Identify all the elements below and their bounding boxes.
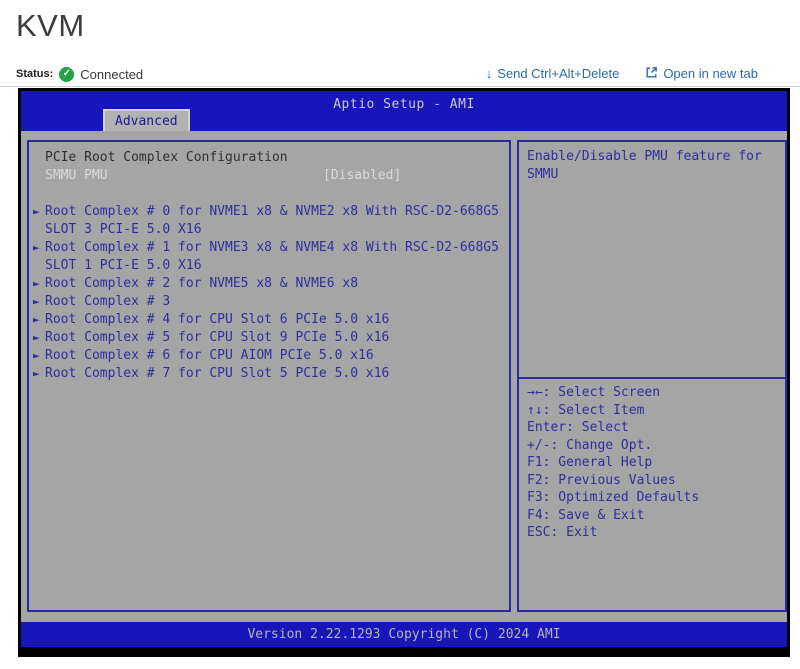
options-panel: PCIe Root Complex Configuration SMMU PMU…: [27, 140, 511, 612]
menu-item-root-complex-0[interactable]: ► Root Complex # 0 for NVME1 x8 & NVME2 …: [29, 203, 509, 221]
bios-version-bar: Version 2.22.1293 Copyright (C) 2024 AMI: [21, 622, 787, 647]
key-legend: →←: Select Screen ↑↓: Select Item Enter:…: [519, 379, 785, 542]
submenu-arrow-icon: ►: [33, 349, 40, 362]
menu-item-root-complex-1-line2[interactable]: SLOT 1 PCI-E 5.0 X16: [29, 257, 509, 275]
tab-advanced[interactable]: Advanced: [103, 109, 190, 131]
menu-item-root-complex-5[interactable]: ► Root Complex # 5 for CPU Slot 9 PCIe 5…: [29, 329, 509, 347]
kvm-viewport[interactable]: Aptio Setup - AMI Advanced PCIe Root Com…: [18, 88, 790, 657]
menu-item-root-complex-6[interactable]: ► Root Complex # 6 for CPU AIOM PCIe 5.0…: [29, 347, 509, 365]
help-f2-previous-values: F2: Previous Values: [527, 472, 676, 488]
send-ctrl-alt-delete-button[interactable]: ↓ Send Ctrl+Alt+Delete: [486, 66, 620, 81]
open-in-new-tab-icon: [645, 66, 658, 81]
menu-item-root-complex-0-line2[interactable]: SLOT 3 PCI-E 5.0 X16: [29, 221, 509, 239]
status-bar: Status: ✓ Connected: [16, 63, 143, 85]
help-esc-exit: ESC: Exit: [527, 525, 598, 540]
down-arrow-icon: ↓: [485, 66, 493, 81]
submenu-arrow-icon: ►: [33, 277, 40, 290]
help-panel: Enable/Disable PMU feature for SMMU →←: …: [517, 140, 787, 612]
help-f1-general-help: F1: General Help: [527, 455, 653, 470]
submenu-arrow-icon: ►: [33, 313, 40, 326]
page-title: KVM: [16, 8, 85, 43]
help-enter-select: Enter: Select: [527, 420, 629, 435]
bios-body: PCIe Root Complex Configuration SMMU PMU…: [21, 131, 787, 622]
divider: [0, 86, 800, 87]
menu-item-root-complex-1[interactable]: ► Root Complex # 1 for NVME3 x8 & NVME4 …: [29, 239, 509, 257]
option-label: SMMU PMU: [45, 168, 108, 183]
submenu-arrow-icon: ►: [33, 331, 40, 344]
submenu-arrow-icon: ►: [33, 367, 40, 380]
send-ctrl-alt-delete-label: Send Ctrl+Alt+Delete: [497, 66, 620, 81]
section-title: PCIe Root Complex Configuration: [45, 150, 288, 165]
submenu-arrow-icon: ►: [33, 241, 40, 254]
help-change-opt: +/-: Change Opt.: [527, 437, 653, 453]
help-select-screen: →←: Select Screen: [527, 385, 661, 400]
help-f3-optimized-defaults: F3: Optimized Defaults: [527, 490, 700, 505]
menu-item-root-complex-2[interactable]: ► Root Complex # 2 for NVME5 x8 & NVME6 …: [29, 275, 509, 293]
status-value: Connected: [80, 66, 144, 82]
menu-item-root-complex-4[interactable]: ► Root Complex # 4 for CPU Slot 6 PCIe 5…: [29, 311, 509, 329]
open-in-new-tab-label: Open in new tab: [663, 66, 758, 81]
bios-header-bar: Aptio Setup - AMI Advanced: [21, 91, 787, 131]
status-label: Status:: [16, 68, 54, 80]
menu-item-root-complex-3[interactable]: ► Root Complex # 3: [29, 293, 509, 311]
submenu-arrow-icon: ►: [33, 205, 40, 218]
open-in-new-tab-button[interactable]: Open in new tab: [645, 66, 758, 81]
option-description: Enable/Disable PMU feature for SMMU: [519, 142, 785, 379]
help-select-item: ↑↓: Select Item: [527, 402, 645, 418]
submenu-arrow-icon: ►: [33, 295, 40, 308]
connected-check-icon: ✓: [59, 66, 75, 82]
option-value[interactable]: [Disabled]: [323, 167, 401, 185]
help-f4-save-exit: F4: Save & Exit: [527, 507, 645, 523]
header-actions: ↓ Send Ctrl+Alt+Delete Open in new tab: [486, 66, 758, 81]
option-smmu-pmu[interactable]: SMMU PMU [Disabled]: [29, 167, 509, 185]
menu-item-root-complex-7[interactable]: ► Root Complex # 7 for CPU Slot 5 PCIe 5…: [29, 365, 509, 383]
